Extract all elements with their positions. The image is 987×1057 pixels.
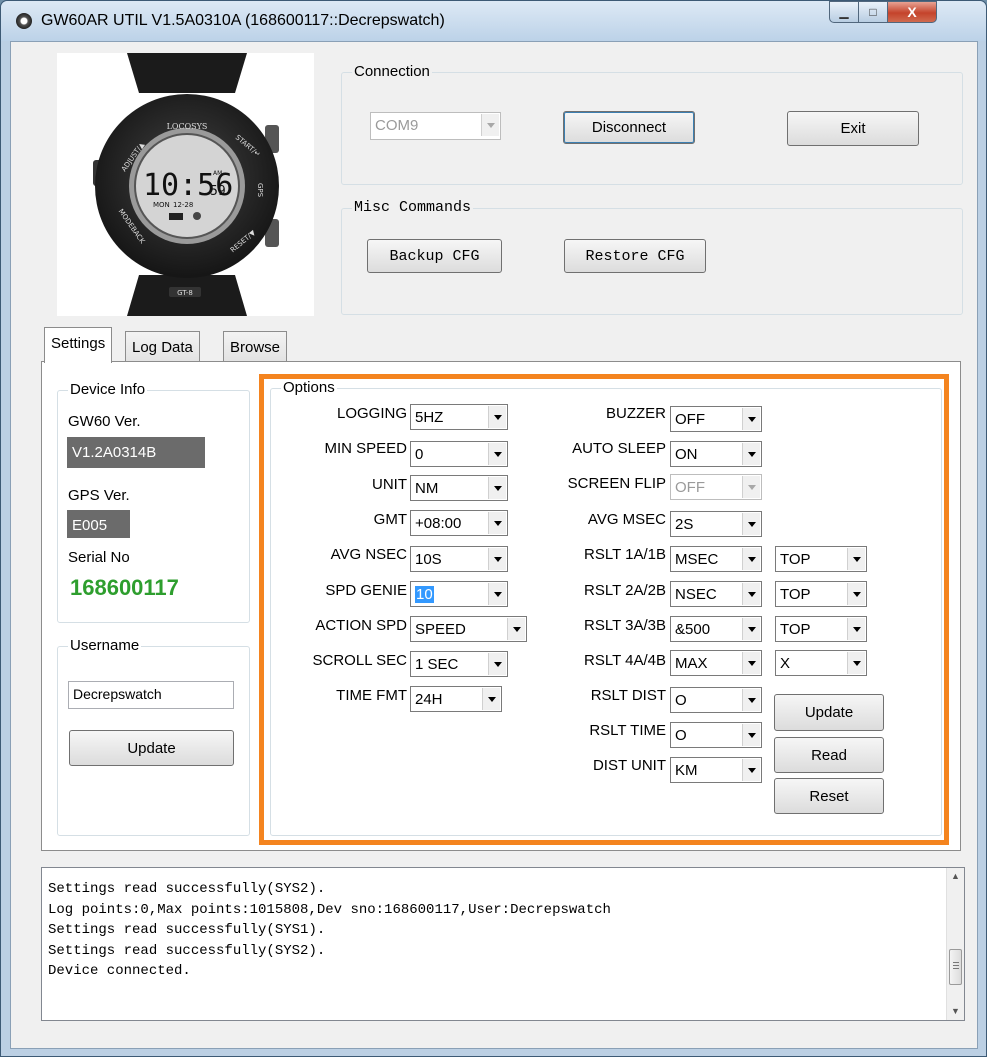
scroll-thumb[interactable]	[949, 949, 962, 985]
gps-version-field: E005	[67, 510, 130, 538]
watch-image: LOCOSYS START/↵ ADJUST/▲ MODEBACK RESET/…	[57, 53, 314, 316]
disconnect-button[interactable]: Disconnect	[563, 111, 695, 144]
watch-side-label: GPS	[256, 183, 264, 198]
log-scrollbar[interactable]: ▲ ▼	[946, 868, 964, 1020]
backup-cfg-button[interactable]: Backup CFG	[367, 239, 502, 273]
watch-seconds: 59	[210, 184, 226, 199]
title-bar[interactable]: GW60AR UTIL V1.5A0310A (168600117::Decre…	[1, 1, 986, 41]
serial-no-label: Serial No	[68, 549, 130, 566]
tab-log-data[interactable]: Log Data	[125, 331, 200, 362]
username-label: Username	[68, 637, 142, 654]
watch-logo: GT-8	[177, 289, 193, 297]
highlight-box	[259, 374, 949, 845]
scroll-down-icon[interactable]: ▼	[947, 1003, 964, 1020]
scroll-up-icon[interactable]: ▲	[947, 868, 964, 885]
gw60-version-label: GW60 Ver.	[68, 413, 141, 430]
maximize-button[interactable]: □	[858, 1, 888, 23]
gps-version-label: GPS Ver.	[68, 487, 130, 504]
app-icon	[16, 13, 32, 29]
gw60-version-field: V1.2A0314B	[67, 437, 205, 468]
watch-date: 12-28	[173, 201, 193, 209]
device-info-label: Device Info	[68, 381, 148, 398]
tab-settings[interactable]: Settings	[44, 327, 113, 363]
com-port-select[interactable]: COM9	[370, 112, 501, 140]
exit-button[interactable]: Exit	[787, 111, 919, 146]
tab-browse[interactable]: Browse	[223, 331, 288, 362]
close-button[interactable]: X	[887, 1, 937, 23]
minimize-button[interactable]: ▁	[829, 1, 859, 23]
username-input[interactable]: Decrepswatch	[68, 681, 234, 709]
watch-day: MON	[153, 201, 170, 209]
username-update-button[interactable]: Update	[69, 730, 234, 766]
window-title: GW60AR UTIL V1.5A0310A (168600117::Decre…	[41, 12, 445, 29]
log-output[interactable]: Settings read successfully(SYS2). Log po…	[41, 867, 965, 1021]
com-port-value: COM9	[375, 117, 419, 134]
serial-no-value: 168600117	[70, 575, 179, 600]
chevron-down-icon	[481, 114, 499, 136]
log-text: Settings read successfully(SYS2). Log po…	[48, 881, 611, 979]
restore-cfg-button[interactable]: Restore CFG	[564, 239, 706, 273]
connection-label: Connection	[352, 63, 432, 80]
watch-am: AM	[213, 170, 222, 177]
watch-brand: LOCOSYS	[167, 122, 208, 131]
misc-commands-label: Misc Commands	[352, 199, 474, 216]
